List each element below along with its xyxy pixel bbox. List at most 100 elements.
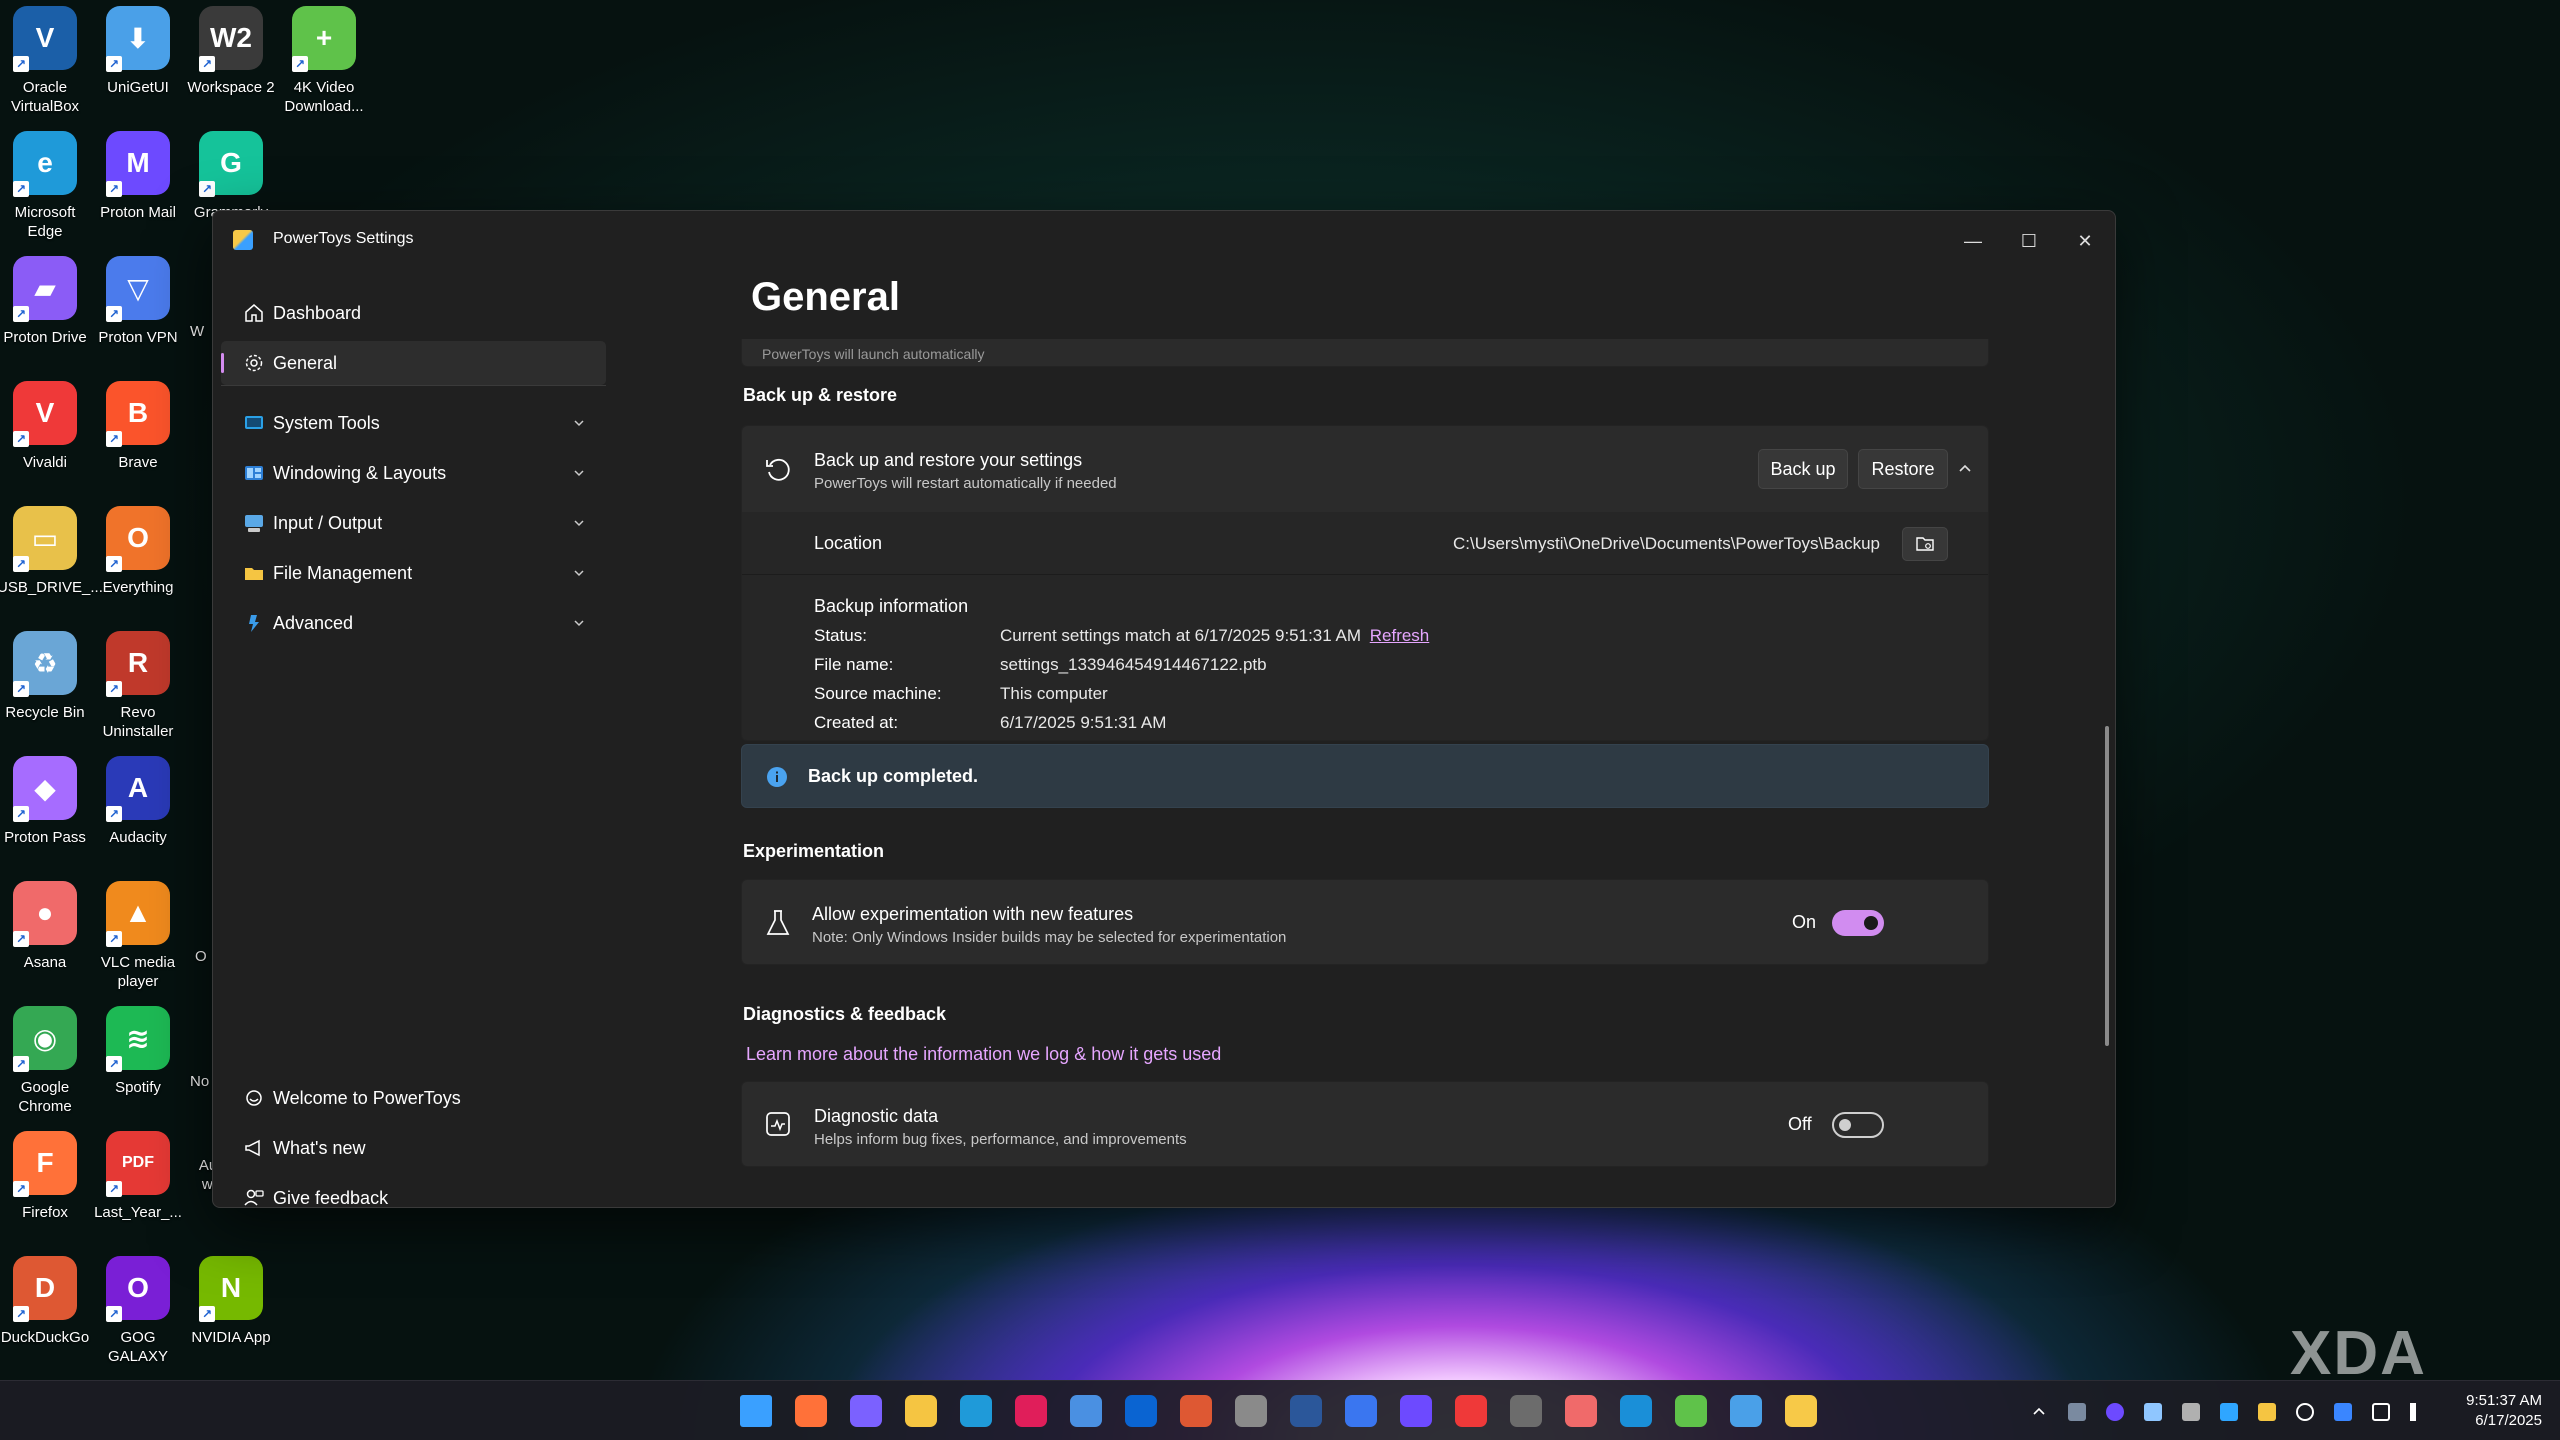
- nav-item-label: What's new: [273, 1137, 366, 1158]
- diagnostic-toggle[interactable]: [1832, 1112, 1884, 1138]
- desktop-icon[interactable]: ▲ ↗ VLC media player: [93, 881, 183, 1001]
- desktop-icon[interactable]: A ↗ Audacity: [93, 756, 183, 876]
- app-icon-glyph: V: [35, 397, 55, 428]
- nav-item-windowing-layouts[interactable]: Windowing & Layouts: [221, 451, 606, 495]
- shortcut-arrow-icon: ↗: [199, 56, 215, 72]
- browse-folder-button[interactable]: [1902, 527, 1948, 561]
- file-explorer-icon[interactable]: [905, 1395, 937, 1427]
- desktop-icon[interactable]: ⬇ ↗ UniGetUI: [93, 6, 183, 126]
- desktop-icon-label: Everything: [102, 579, 174, 596]
- title-bar[interactable]: PowerToys Settings — ☐ ✕: [213, 211, 2115, 271]
- desktop-icon[interactable]: ▰ ↗ Proton Drive: [0, 256, 90, 376]
- desktop-icon[interactable]: ● ↗ Asana: [0, 881, 90, 1001]
- experimentation-toggle[interactable]: [1832, 910, 1884, 936]
- refresh-link[interactable]: Refresh: [1370, 626, 1430, 645]
- tray-app-icon[interactable]: [2220, 1403, 2238, 1421]
- desktop-icon[interactable]: ◉ ↗ Google Chrome: [0, 1006, 90, 1126]
- duckduckgo-icon[interactable]: [1180, 1395, 1212, 1427]
- nav-item-file-management[interactable]: File Management: [221, 551, 606, 595]
- desktop-icon[interactable]: R ↗ Revo Uninstaller: [93, 631, 183, 751]
- app-icon-glyph: R: [127, 647, 149, 678]
- app-icon: B ↗: [106, 381, 170, 447]
- desktop-icon[interactable]: V ↗ Oracle VirtualBox: [0, 6, 90, 126]
- sway-icon[interactable]: [1620, 1395, 1652, 1427]
- nav-item-advanced[interactable]: Advanced: [221, 601, 606, 645]
- chevron-up-icon[interactable]: [1956, 460, 1974, 478]
- shortcut-arrow-icon: ↗: [13, 681, 29, 697]
- desktop-icon[interactable]: ♻ ↗ Recycle Bin: [0, 631, 90, 751]
- desktop-icon[interactable]: ▭ ↗ USB_DRIVE_...: [0, 506, 103, 626]
- outlook-icon[interactable]: [1125, 1395, 1157, 1427]
- nav-item-whats-new[interactable]: What's new: [221, 1126, 606, 1170]
- input-output-icon: [245, 515, 263, 532]
- nav-item-label: Windowing & Layouts: [273, 462, 447, 483]
- nav-item-label: Advanced: [273, 612, 354, 633]
- app-icon-glyph: G: [220, 147, 242, 178]
- desktop-icon[interactable]: M ↗ Proton Mail: [93, 131, 183, 251]
- desktop-icon[interactable]: ◆ ↗ Proton Pass: [0, 756, 90, 876]
- desktop-icon[interactable]: O ↗ Everything: [93, 506, 183, 626]
- network-icon[interactable]: [2372, 1403, 2390, 1421]
- desktop-icon[interactable]: V ↗ Vivaldi: [0, 381, 90, 501]
- nav-item-general[interactable]: General: [221, 341, 606, 385]
- desktop-icon[interactable]: O ↗ GOG GALAXY: [93, 1256, 183, 1376]
- tray-app-icon[interactable]: [2182, 1403, 2200, 1421]
- tray-app-icon[interactable]: [2144, 1403, 2162, 1421]
- asana-icon[interactable]: [1565, 1395, 1597, 1427]
- sync-icon[interactable]: [2296, 1403, 2314, 1421]
- desktop-icon[interactable]: W2 ↗ Workspace 2: [186, 6, 276, 126]
- app-icon: G ↗: [199, 131, 263, 197]
- chevron-up-icon[interactable]: [2030, 1403, 2048, 1421]
- close-button[interactable]: ✕: [2065, 225, 2105, 257]
- vertical-scrollbar[interactable]: [2105, 726, 2109, 1046]
- desktop-icon[interactable]: PDF ↗ Last_Year_...: [93, 1131, 183, 1251]
- desktop-icon-label: Vivaldi: [23, 454, 67, 471]
- signal-icon[interactable]: [1345, 1395, 1377, 1427]
- volume-icon[interactable]: [2410, 1403, 2428, 1421]
- slack-icon[interactable]: [1015, 1395, 1047, 1427]
- notepad-icon[interactable]: [1730, 1395, 1762, 1427]
- bluetooth-icon[interactable]: [2334, 1403, 2352, 1421]
- desktop-icon[interactable]: F ↗ Firefox: [0, 1131, 90, 1251]
- desktop-icon[interactable]: + ↗ 4K Video Download...: [279, 6, 369, 126]
- nav-item-label: Input / Output: [273, 512, 383, 533]
- store-icon[interactable]: [1070, 1395, 1102, 1427]
- powertoys-tray-icon[interactable]: [2258, 1403, 2276, 1421]
- desktop-icon[interactable]: B ↗ Brave: [93, 381, 183, 501]
- desktop-icon[interactable]: e ↗ Microsoft Edge: [0, 131, 90, 251]
- tray-app-icon[interactable]: [2068, 1403, 2086, 1421]
- powertoys-window: PowerToys Settings — ☐ ✕ Dashboard Gener…: [212, 210, 2116, 1208]
- settings-content[interactable]: PowerToys will launch automatically Back…: [613, 339, 2103, 1207]
- vivaldi-icon[interactable]: [1455, 1395, 1487, 1427]
- desktop-icon[interactable]: D ↗ DuckDuckGo: [0, 1256, 90, 1376]
- start-icon[interactable]: [740, 1395, 772, 1427]
- nav-item-dashboard[interactable]: Dashboard: [221, 291, 606, 335]
- nav-item-give-feedback[interactable]: Give feedback: [221, 1176, 606, 1207]
- nav-item-label: Dashboard: [273, 302, 362, 323]
- proton-vpn-tray-icon[interactable]: [2106, 1403, 2124, 1421]
- word-icon[interactable]: [1290, 1395, 1322, 1427]
- 4k-downloader-icon[interactable]: [1675, 1395, 1707, 1427]
- learn-more-link[interactable]: Learn more about the information we log …: [746, 1044, 1221, 1065]
- desktop-icon[interactable]: ≋ ↗ Spotify: [93, 1006, 183, 1126]
- back-up-button[interactable]: Back up: [1758, 449, 1848, 489]
- proton-mail-icon[interactable]: [1400, 1395, 1432, 1427]
- edge-icon[interactable]: [960, 1395, 992, 1427]
- powertoys-icon[interactable]: [1785, 1395, 1817, 1427]
- minimize-button[interactable]: —: [1953, 225, 1993, 257]
- shortcut-arrow-icon: ↗: [13, 1306, 29, 1322]
- restore-button[interactable]: Restore: [1858, 449, 1948, 489]
- nav-item-input-output[interactable]: Input / Output: [221, 501, 606, 545]
- firefox-icon[interactable]: [795, 1395, 827, 1427]
- settings-icon[interactable]: [1235, 1395, 1267, 1427]
- backup-expander-header[interactable]: Back up and restore your settings PowerT…: [742, 426, 1988, 512]
- clock[interactable]: 9:51:37 AM 6/17/2025: [2466, 1391, 2542, 1431]
- desktop-icon[interactable]: N ↗ NVIDIA App: [186, 1256, 276, 1376]
- desktop-icon[interactable]: ▽ ↗ Proton VPN: [93, 256, 183, 376]
- calculator-icon[interactable]: [1510, 1395, 1542, 1427]
- copilot-icon[interactable]: [850, 1395, 882, 1427]
- maximize-button[interactable]: ☐: [2009, 225, 2049, 257]
- nav-item-welcome[interactable]: Welcome to PowerToys: [221, 1076, 606, 1120]
- app-icon: F ↗: [13, 1131, 77, 1197]
- nav-item-system-tools[interactable]: System Tools: [221, 401, 606, 445]
